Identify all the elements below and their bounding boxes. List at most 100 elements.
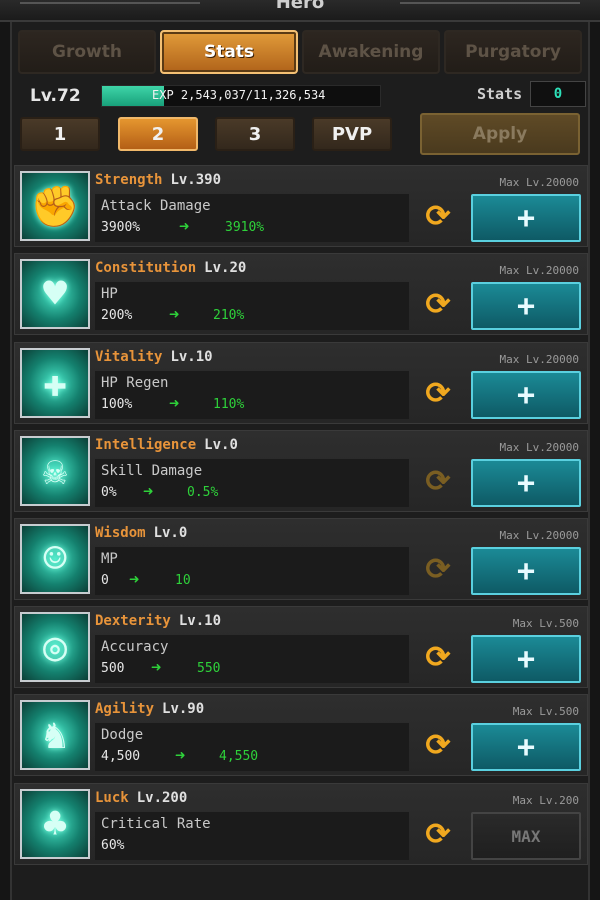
stat-title: Dexterity Lv.10 — [95, 613, 222, 629]
level-up-button[interactable]: + — [471, 635, 581, 683]
preset-2-button[interactable]: 2 — [118, 117, 198, 151]
stat-title: Strength Lv.390 — [95, 172, 222, 188]
stat-row-constitution: ♥ Constitution Lv.20 Max Lv.20000 HP 200%… — [14, 253, 588, 335]
stat-row-vitality: ✚ Vitality Lv.10 Max Lv.20000 HP Regen 10… — [14, 342, 588, 424]
stat-title: Vitality Lv.10 — [95, 349, 213, 365]
level-up-button[interactable]: + — [471, 194, 581, 242]
stat-name: HP — [101, 286, 118, 302]
next-value: 10 — [175, 573, 191, 588]
max-level: Max Lv.20000 — [499, 176, 579, 189]
current-value: 3900% — [101, 220, 141, 235]
stat-row-luck: ♣ Luck Lv.200 Max Lv.200 Critical Rate 60… — [14, 783, 588, 865]
stat-row-agility: ♞ Agility Lv.90 Max Lv.500 Dodge 4,500 ➜ … — [14, 694, 588, 776]
reset-icon[interactable]: ⟳ — [421, 641, 455, 675]
stat-value-box: HP 200% ➜ 210% — [95, 282, 409, 330]
stat-value-box: Critical Rate 60% — [95, 812, 409, 860]
stat-title: Intelligence Lv.0 — [95, 437, 238, 453]
tab-awakening[interactable]: Awakening — [302, 30, 440, 74]
max-level: Max Lv.500 — [512, 705, 579, 718]
level-up-button[interactable]: + — [471, 459, 581, 507]
stat-title: Agility Lv.90 — [95, 701, 205, 717]
next-value: 4,550 — [219, 749, 259, 764]
preset-1-button[interactable]: 1 — [20, 117, 100, 151]
level-up-button[interactable]: + — [471, 723, 581, 771]
max-level: Max Lv.20000 — [499, 264, 579, 277]
max-level: Max Lv.200 — [512, 794, 579, 807]
next-value: 3910% — [225, 220, 265, 235]
level-up-button[interactable]: + — [471, 547, 581, 595]
current-value: 0 — [101, 573, 109, 588]
next-value: 210% — [213, 308, 245, 323]
stat-value-box: MP 0 ➜ 10 — [95, 547, 409, 595]
stat-name: Dodge — [101, 727, 144, 743]
reset-icon[interactable]: ⟳ — [421, 465, 455, 499]
arrow-right-icon: ➜ — [143, 482, 154, 502]
current-value: 4,500 — [101, 749, 141, 764]
stat-name: Critical Rate — [101, 816, 211, 832]
reset-icon[interactable]: ⟳ — [421, 729, 455, 763]
body-icon: ♥ — [20, 259, 90, 329]
window-title: Hero — [275, 0, 325, 13]
stat-name: HP Regen — [101, 375, 169, 391]
demon-mask-icon: ☠ — [20, 436, 90, 506]
reset-icon[interactable]: ⟳ — [421, 377, 455, 411]
arrow-right-icon: ➜ — [179, 217, 190, 237]
next-value: 0.5% — [187, 485, 219, 500]
fist-icon: ✊ — [20, 171, 90, 241]
current-value: 500 — [101, 661, 125, 676]
stat-row-strength: ✊ Strength Lv.390 Max Lv.20000 Attack Dam… — [14, 165, 588, 247]
hero-level: Lv.72 — [30, 86, 81, 106]
apply-button[interactable]: Apply — [420, 113, 580, 155]
stat-name: Skill Damage — [101, 463, 203, 479]
level-up-button[interactable]: + — [471, 371, 581, 419]
stat-row-intelligence: ☠ Intelligence Lv.0 Max Lv.20000 Skill Da… — [14, 430, 588, 512]
current-value: 200% — [101, 308, 133, 323]
arrow-right-icon: ➜ — [129, 570, 140, 590]
stat-row-dexterity: ◎ Dexterity Lv.10 Max Lv.500 Accuracy 500… — [14, 606, 588, 688]
stat-title: Wisdom Lv.0 — [95, 525, 188, 541]
stat-value-box: Attack Damage 3900% ➜ 3910% — [95, 194, 409, 242]
stat-points-value: 0 — [530, 81, 586, 107]
reset-icon[interactable]: ⟳ — [421, 288, 455, 322]
reset-icon[interactable]: ⟳ — [421, 200, 455, 234]
heal-cross-icon: ✚ — [20, 348, 90, 418]
next-value: 550 — [197, 661, 221, 676]
level-up-button[interactable]: + — [471, 282, 581, 330]
stat-value-box: Accuracy 500 ➜ 550 — [95, 635, 409, 683]
arrow-right-icon: ➜ — [175, 746, 186, 766]
max-level: Max Lv.20000 — [499, 529, 579, 542]
stat-points-label: Stats — [477, 85, 523, 103]
tab-stats[interactable]: Stats — [160, 30, 298, 74]
preset-3-button[interactable]: 3 — [215, 117, 295, 151]
reset-icon[interactable]: ⟳ — [421, 553, 455, 587]
tab-purgatory[interactable]: Purgatory — [444, 30, 582, 74]
stat-row-wisdom: ☺ Wisdom Lv.0 Max Lv.20000 MP 0 ➜ 10 ⟳ + — [14, 518, 588, 600]
max-level: Max Lv.500 — [512, 617, 579, 630]
exp-bar: EXP 2,543,037/11,326,534 — [101, 85, 381, 107]
target-icon: ◎ — [20, 612, 90, 682]
preset-pvp-button[interactable]: PVP — [312, 117, 392, 151]
reset-icon[interactable]: ⟳ — [421, 818, 455, 852]
tab-growth[interactable]: Growth — [18, 30, 156, 74]
max-level: Max Lv.20000 — [499, 441, 579, 454]
top-bar: Hero — [0, 0, 600, 22]
clover-icon: ♣ — [20, 789, 90, 859]
current-value: 60% — [101, 838, 125, 853]
current-value: 100% — [101, 397, 133, 412]
current-value: 0% — [101, 485, 117, 500]
stat-title: Luck Lv.200 — [95, 790, 188, 806]
max-level-button[interactable]: MAX — [471, 812, 581, 860]
stat-name: Accuracy — [101, 639, 169, 655]
stat-value-box: Dodge 4,500 ➜ 4,550 — [95, 723, 409, 771]
max-level: Max Lv.20000 — [499, 353, 579, 366]
stat-title: Constitution Lv.20 — [95, 260, 247, 276]
stat-name: MP — [101, 551, 118, 567]
speed-figure-icon: ♞ — [20, 700, 90, 770]
stat-value-box: HP Regen 100% ➜ 110% — [95, 371, 409, 419]
arrow-right-icon: ➜ — [169, 305, 180, 325]
next-value: 110% — [213, 397, 245, 412]
stat-name: Attack Damage — [101, 198, 211, 214]
arrow-right-icon: ➜ — [169, 394, 180, 414]
head-icon: ☺ — [20, 524, 90, 594]
stat-value-box: Skill Damage 0% ➜ 0.5% — [95, 459, 409, 507]
